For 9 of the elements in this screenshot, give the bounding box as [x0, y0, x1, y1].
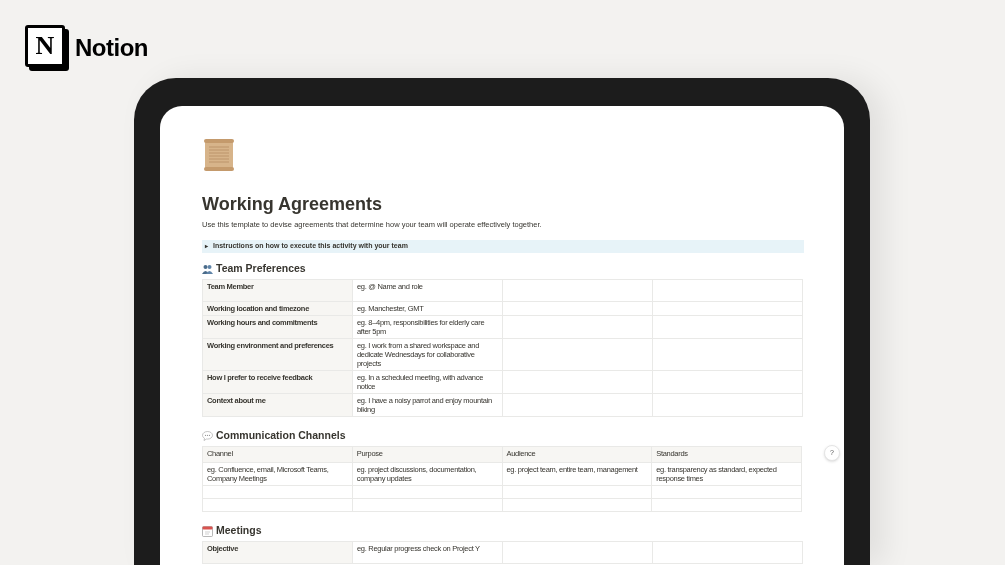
calendar-icon [202, 525, 213, 537]
page-title: Working Agreements [202, 193, 384, 216]
speech-bubble-icon [202, 431, 213, 441]
section-heading: Team Preferences [216, 261, 306, 277]
brand-name: Notion [75, 33, 148, 63]
scroll-icon [202, 138, 236, 172]
section-heading: Communication Channels [216, 428, 346, 444]
people-icon [202, 264, 213, 274]
section-heading: Meetings [216, 523, 262, 539]
